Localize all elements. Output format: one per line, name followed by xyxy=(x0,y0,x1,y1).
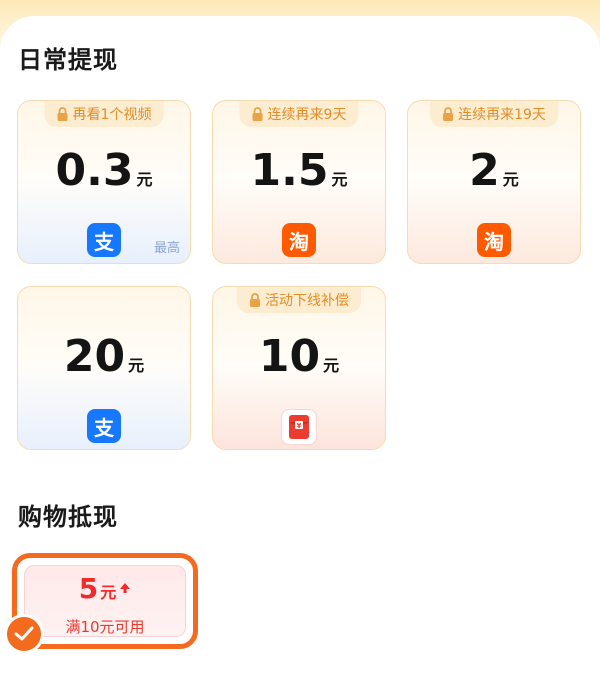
withdraw-card-4[interactable]: 活动下线补偿 10 元 ¥ xyxy=(212,286,386,450)
lock-icon xyxy=(442,107,454,121)
section-title-shopping: 购物抵现 xyxy=(18,503,118,531)
amount-value: 2 xyxy=(469,145,500,196)
coupon-amount-value: 5 xyxy=(78,572,99,605)
amount-unit: 元 xyxy=(502,170,519,189)
amount-unit: 元 xyxy=(331,170,348,189)
amount-value: 10 xyxy=(258,331,321,382)
amount-unit: 元 xyxy=(136,170,153,189)
coupon-amount-unit: 元 xyxy=(100,583,117,602)
taobao-icon: 淘 xyxy=(477,223,511,257)
card-tag: 活动下线补偿 xyxy=(237,287,361,313)
coupon-body: 5元 满10元可用 xyxy=(24,565,186,637)
amount-value: 20 xyxy=(63,331,126,382)
lock-icon xyxy=(249,293,261,307)
red-packet-glyph: ¥ xyxy=(297,422,302,430)
alipay-icon: 支 xyxy=(87,409,121,443)
card-tag: 连续再来19天 xyxy=(430,101,558,127)
withdraw-card-3[interactable]: 20 元 支 xyxy=(17,286,191,450)
lock-icon xyxy=(57,107,69,121)
card-tag-label: 连续再来19天 xyxy=(458,107,546,123)
card-tag: 再看1个视频 xyxy=(44,101,164,127)
card-tag-label: 再看1个视频 xyxy=(72,107,152,123)
taobao-icon: 淘 xyxy=(282,223,316,257)
max-label: 最高 xyxy=(153,241,180,256)
withdraw-card-1[interactable]: 连续再来9天 1.5 元 淘 xyxy=(212,100,386,264)
withdraw-card-2[interactable]: 连续再来19天 2元 淘 xyxy=(407,100,581,264)
card-amount: 1.5 元 xyxy=(213,145,385,196)
withdraw-card-0[interactable]: 再看1个视频 0.3 元 支 最高 xyxy=(17,100,191,264)
card-amount: 20 元 xyxy=(18,331,190,382)
card-tag: 连续再来9天 xyxy=(239,101,359,127)
amount-unit: 元 xyxy=(323,356,340,375)
arrow-up-icon xyxy=(119,579,131,598)
red-packet-icon: ¥ xyxy=(281,409,317,445)
coupon-amount: 5元 xyxy=(25,572,185,605)
section-title-daily: 日常提现 xyxy=(18,46,118,74)
card-tag-label: 连续再来9天 xyxy=(267,107,347,123)
alipay-icon: 支 xyxy=(87,223,121,257)
amount-value: 1.5 xyxy=(250,145,329,196)
amount-value: 0.3 xyxy=(55,145,134,196)
lock-icon xyxy=(252,107,264,121)
card-tag-label: 活动下线补偿 xyxy=(265,293,349,309)
check-icon xyxy=(4,614,44,654)
coupon-condition: 满10元可用 xyxy=(65,618,145,636)
amount-unit: 元 xyxy=(128,356,145,375)
card-amount: 2元 xyxy=(408,145,580,196)
card-amount: 0.3 元 xyxy=(18,145,190,196)
card-amount: 10 元 xyxy=(213,331,385,382)
